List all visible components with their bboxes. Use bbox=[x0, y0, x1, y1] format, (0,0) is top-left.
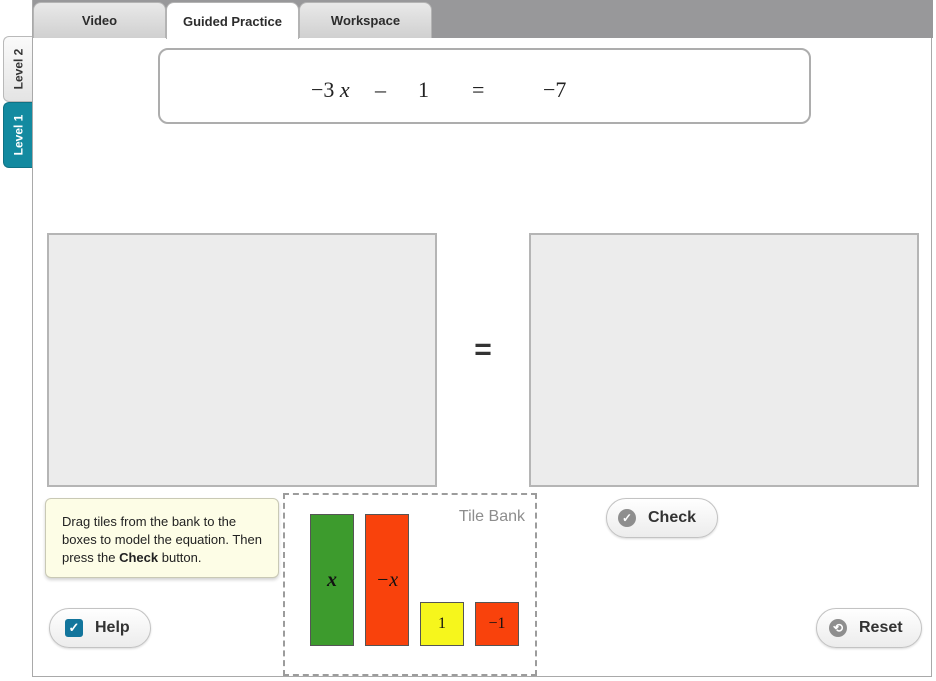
reset-circle-icon: ⟲ bbox=[829, 619, 847, 637]
reset-button-label: Reset bbox=[859, 619, 903, 636]
negative-one-tile[interactable]: −1 bbox=[475, 602, 519, 646]
equation-lhs-constant: 1 bbox=[418, 77, 429, 102]
equation-variable: x bbox=[339, 77, 350, 102]
model-equals-sign: = bbox=[474, 333, 492, 366]
level-1-label: Level 1 bbox=[11, 114, 26, 156]
reset-button[interactable]: ⟲ Reset bbox=[816, 608, 922, 648]
one-tile-label: 1 bbox=[438, 615, 446, 632]
level-1-tab[interactable]: Level 1 bbox=[3, 102, 32, 168]
left-side-drop-zone[interactable] bbox=[47, 233, 437, 487]
equation-operator: – bbox=[375, 77, 386, 102]
help-button-label: Help bbox=[95, 619, 130, 636]
tile-bank-label: Tile Bank bbox=[458, 508, 525, 525]
check-circle-icon: ✓ bbox=[618, 509, 636, 527]
negative-x-tile-label: −x bbox=[375, 568, 399, 591]
instructions-check-word: Check bbox=[119, 550, 159, 565]
main-panel: Video Guided Practice Workspace −3 x – 1… bbox=[32, 0, 933, 677]
x-tile[interactable]: x bbox=[310, 514, 354, 646]
one-tile[interactable]: 1 bbox=[420, 602, 464, 646]
check-button-label: Check bbox=[648, 509, 697, 526]
negative-one-tile-label: −1 bbox=[488, 615, 506, 632]
tab-guided-practice[interactable]: Guided Practice bbox=[166, 2, 299, 39]
negative-x-tile[interactable]: −x bbox=[365, 514, 409, 646]
tab-workspace[interactable]: Workspace bbox=[299, 2, 432, 38]
equation-equals-sign: = bbox=[472, 77, 485, 102]
instructions-text-end: button. bbox=[158, 550, 202, 565]
instructions-note: Drag tiles from the bank to the boxes to… bbox=[45, 498, 279, 578]
equation-coefficient: −3 bbox=[311, 77, 335, 102]
level-2-tab[interactable]: Level 2 bbox=[3, 36, 32, 102]
right-side-drop-zone[interactable] bbox=[529, 233, 919, 487]
equation-lhs-term: −3 x bbox=[311, 77, 350, 103]
tab-video[interactable]: Video bbox=[33, 2, 166, 38]
tab-bar: Video Guided Practice Workspace bbox=[33, 0, 933, 39]
level-2-label: Level 2 bbox=[11, 48, 26, 90]
check-button[interactable]: ✓ Check bbox=[606, 498, 718, 538]
help-toggle-button[interactable]: ✓ Help bbox=[49, 608, 151, 648]
tile-bank: Tile Bank x −x 1 −1 bbox=[283, 493, 537, 676]
equation-rhs: −7 bbox=[543, 77, 567, 102]
level-sidebar: Level 2 Level 1 bbox=[0, 0, 33, 681]
equation-display: −3 x – 1 = −7 bbox=[158, 48, 811, 124]
checkbox-checked-icon: ✓ bbox=[65, 619, 83, 637]
x-tile-label: x bbox=[327, 568, 337, 591]
